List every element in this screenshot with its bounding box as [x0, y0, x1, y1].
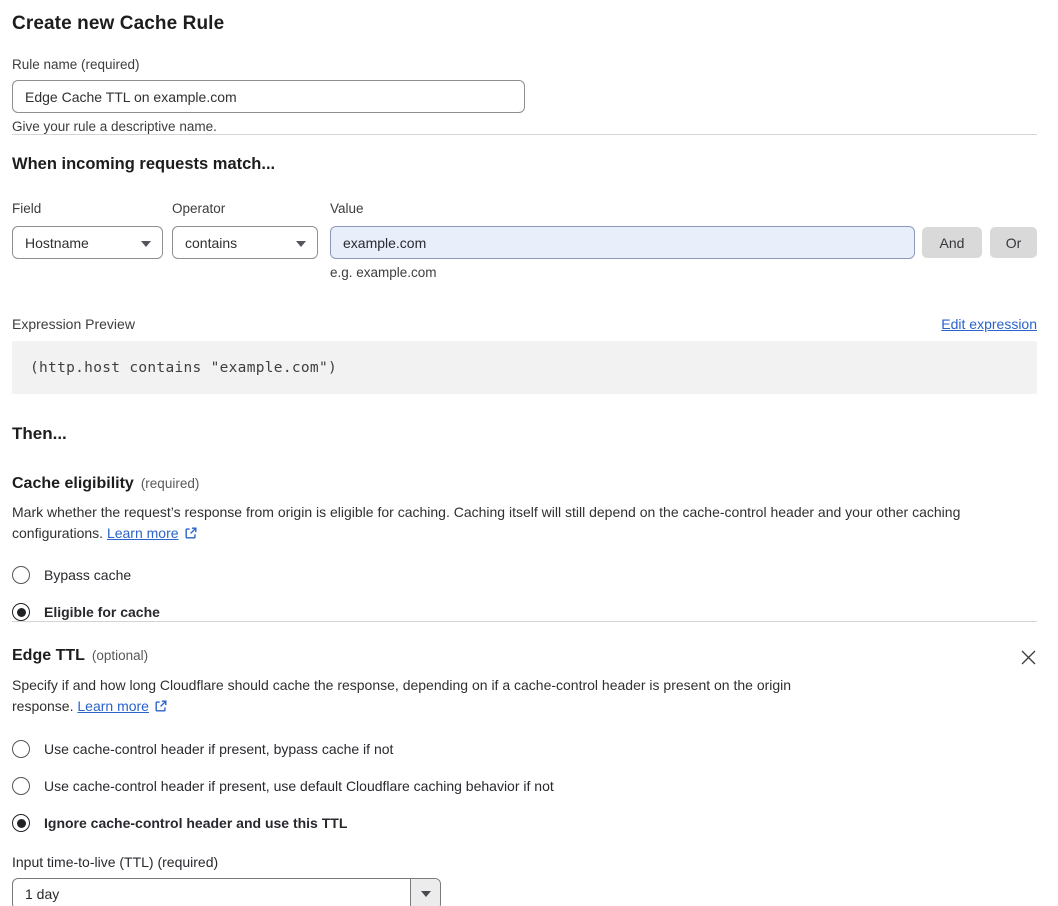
radio-use-cache-control-bypass[interactable]: Use cache-control header if present, byp… [12, 740, 1037, 758]
edge-ttl-heading: Edge TTL [12, 647, 85, 664]
rule-name-label: Rule name (required) [12, 57, 140, 72]
edge-ttl-options: Use cache-control header if present, byp… [12, 740, 1037, 832]
external-link-icon [154, 698, 168, 719]
expression-preview-label: Expression Preview [12, 316, 135, 332]
edge-ttl-qualifier: (optional) [91, 648, 149, 663]
expression-preview-row: Expression Preview Edit expression [12, 316, 1037, 332]
cache-eligibility-qualifier: (required) [140, 476, 200, 491]
radio-label: Eligible for cache [44, 604, 160, 620]
chevron-down-icon [296, 240, 306, 247]
ttl-input-label: Input time-to-live (TTL) (required) [12, 854, 219, 870]
operator-select-value: contains [185, 234, 238, 251]
operator-label: Operator [172, 201, 226, 216]
cache-eligibility-options: Bypass cache Eligible for cache [12, 566, 1037, 621]
match-heading: When incoming requests match... [12, 155, 276, 173]
field-select[interactable]: Hostname [12, 226, 163, 259]
ttl-select-value: 1 day [25, 886, 60, 902]
section-divider [12, 621, 1037, 622]
field-select-value: Hostname [25, 234, 89, 251]
radio-label: Ignore cache-control header and use this… [44, 815, 348, 831]
close-icon[interactable] [1020, 649, 1037, 666]
section-divider [12, 134, 1037, 135]
radio-label: Use cache-control header if present, use… [44, 778, 554, 794]
learn-more-link[interactable]: Learn more [107, 525, 179, 541]
then-heading: Then... [12, 424, 67, 443]
match-controls-row: Hostname contains And Or [12, 226, 1037, 259]
field-label: Field [12, 201, 42, 216]
external-link-icon [184, 525, 198, 546]
chevron-down-icon [420, 891, 431, 897]
edge-ttl-description: Specify if and how long Cloudflare shoul… [12, 675, 850, 719]
cache-eligibility-header: Cache eligibility (required) [12, 475, 1037, 493]
ttl-select-arrow-button[interactable] [410, 879, 440, 906]
and-button[interactable]: And [922, 227, 982, 258]
radio-icon [12, 777, 30, 795]
rule-name-help: Give your rule a descriptive name. [12, 119, 217, 134]
match-labels-row: Field Operator Value [12, 201, 1037, 216]
radio-icon [12, 566, 30, 584]
radio-use-cache-control-default[interactable]: Use cache-control header if present, use… [12, 777, 1037, 795]
radio-icon [12, 740, 30, 758]
radio-icon-selected [12, 603, 30, 621]
value-help: e.g. example.com [330, 265, 437, 280]
radio-bypass-cache[interactable]: Bypass cache [12, 566, 1037, 584]
chevron-down-icon [141, 240, 151, 247]
rule-name-input[interactable] [12, 80, 525, 113]
learn-more-link[interactable]: Learn more [77, 698, 149, 714]
radio-eligible-for-cache[interactable]: Eligible for cache [12, 603, 1037, 621]
edit-expression-link[interactable]: Edit expression [941, 316, 1037, 332]
expression-code: (http.host contains "example.com") [30, 359, 338, 376]
ttl-select[interactable]: 1 day [12, 878, 441, 906]
cache-eligibility-heading: Cache eligibility [12, 475, 134, 492]
operator-select[interactable]: contains [172, 226, 318, 259]
radio-label: Use cache-control header if present, byp… [44, 741, 394, 757]
radio-label: Bypass cache [44, 567, 132, 583]
value-input[interactable] [330, 226, 915, 259]
or-button[interactable]: Or [990, 227, 1037, 258]
cache-eligibility-description: Mark whether the request’s response from… [12, 502, 1037, 546]
expression-code-box: (http.host contains "example.com") [12, 341, 1037, 394]
page-title: Create new Cache Rule [12, 13, 225, 34]
radio-ignore-cache-control[interactable]: Ignore cache-control header and use this… [12, 814, 1037, 832]
create-cache-rule-form: Create new Cache Rule Rule name (require… [0, 13, 1058, 906]
radio-icon-selected [12, 814, 30, 832]
edge-ttl-header: Edge TTL (optional) [12, 647, 1037, 666]
value-label: Value [330, 201, 364, 216]
